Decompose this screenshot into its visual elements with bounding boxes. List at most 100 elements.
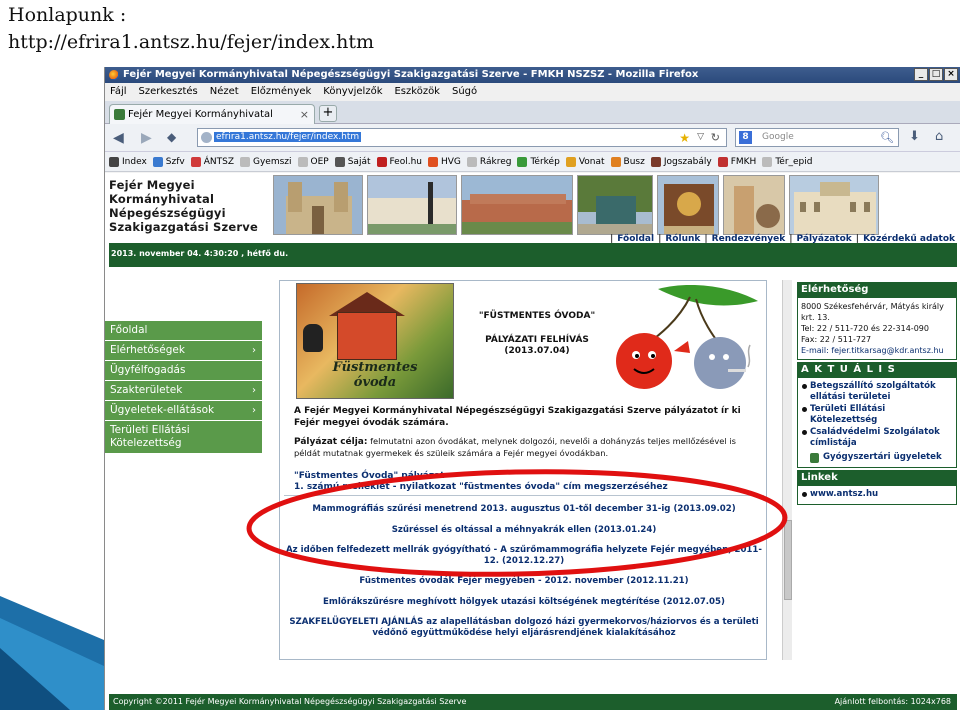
tab-close-icon[interactable]: × (300, 105, 309, 124)
menu-file[interactable]: Fájl (110, 83, 127, 101)
bookmark-icon (152, 156, 163, 167)
menu-history[interactable]: Előzmények (251, 83, 312, 101)
bookmark-icon (717, 156, 728, 167)
pharmacy-link[interactable]: Gyógyszertári ügyeletek (823, 452, 942, 463)
slide-title-line-1: Honlapunk : (8, 4, 127, 26)
download-icon[interactable]: ⬇ (909, 129, 920, 144)
news-link-breast-cancer[interactable]: Az időben felfedezett mellrák gyógyíthat… (286, 545, 762, 567)
leftnav-label: Ügyeletek-ellátások (110, 404, 215, 416)
leftnav-label: Területi Ellátási Kötelezettség (110, 424, 190, 449)
bookmark-item[interactable]: Rákreg (466, 152, 512, 171)
bookmark-label: Gyemszi (252, 156, 292, 167)
tender-links: "Füstmentes Óvoda" pályázat 1. számú mel… (294, 471, 756, 493)
bookmark-item[interactable]: Index (109, 152, 147, 171)
menu-view[interactable]: Nézet (210, 83, 239, 101)
aktualis-link-territorial[interactable]: Területi Ellátási Kötelezettség (801, 404, 953, 426)
bookmark-label: Szfv (165, 156, 185, 167)
links-heading: Linkek (797, 470, 957, 486)
search-box[interactable]: 8 Google 🔍︎ (735, 128, 899, 147)
site-header: Fejér Megyei Kormányhivatal Népegészségü… (105, 173, 960, 267)
bookmark-item[interactable]: Gyemszi (239, 152, 292, 171)
bookmark-label: Vonat (578, 156, 605, 167)
bookmark-label: Rákreg (479, 156, 512, 167)
bookmark-item[interactable]: ÁNTSZ (190, 152, 234, 171)
contact-tel: Tel: 22 / 511-720 és 22-314-090 (801, 324, 929, 333)
bookmark-label: Saját (347, 156, 371, 167)
bookmark-item[interactable]: Térkép (517, 152, 560, 171)
news-link-mammography-schedule[interactable]: Mammográfiás szűrési menetrend 2013. aug… (286, 504, 762, 515)
new-tab-button[interactable]: + (319, 105, 337, 122)
leftnav-item-fields[interactable]: Szakterületek › (105, 381, 262, 401)
bookmark-icon (109, 156, 119, 167)
address-url[interactable]: efrira1.antsz.hu/fejer/index.htm (214, 132, 362, 142)
bookmark-star-icon[interactable]: ★ (679, 130, 690, 147)
bookmark-label: Térkép (530, 156, 560, 167)
bookmark-item[interactable]: Saját (334, 152, 371, 171)
link-antsz[interactable]: www.antsz.hu (801, 489, 953, 500)
address-bar[interactable]: efrira1.antsz.hu/fejer/index.htm ★ ▽ ↻ (197, 128, 727, 147)
news-link-travel-costs[interactable]: Emlőrákszűrésre meghívott hölgyek utazás… (286, 597, 762, 608)
links-box: www.antsz.hu (797, 486, 957, 505)
bookmark-icon (565, 156, 576, 167)
bookmark-item[interactable]: OEP (297, 152, 329, 171)
bookmark-icon (650, 156, 661, 167)
bookmark-item[interactable]: Feol.hu (376, 152, 422, 171)
close-window-button[interactable]: × (944, 68, 958, 81)
news-link-supervision-recommendation[interactable]: SZAKFELÜGYELETI AJÁNLÁS az alapellátásba… (286, 617, 762, 639)
aktualis-link-family-services[interactable]: Családvédelmi Szolgálatok címlistája (801, 427, 953, 449)
chevron-right-icon: › (252, 385, 256, 396)
bookmark-label: ÁNTSZ (203, 156, 234, 167)
bookmark-item[interactable]: Busz (610, 152, 645, 171)
leftnav-item-duty-care[interactable]: Ügyeletek-ellátások › (105, 401, 262, 421)
bookmark-label: Jogszabály (663, 156, 712, 167)
maximize-button[interactable]: □ (929, 68, 943, 81)
search-icon[interactable]: 🔍︎ (880, 129, 894, 146)
leftnav-item-reception[interactable]: Ügyfélfogadás (105, 361, 262, 381)
smoke-free-kindergarten-poster[interactable]: Füstmentes óvoda (296, 283, 454, 399)
news-link-smoke-free-kindergartens[interactable]: Füstmentes óvodák Fejér megyében - 2012.… (286, 576, 762, 587)
bookmark-label: Index (122, 156, 147, 167)
tender-annex-link[interactable]: 1. számú melléklet - nyilatkozat "füstme… (294, 482, 756, 493)
bookmark-item[interactable]: FMKH (717, 152, 756, 171)
slide-title-line-2: http://efrira1.antsz.hu/fejer/index.htm (8, 31, 374, 53)
home-icon[interactable]: ⌂ (935, 129, 943, 144)
bookmark-item[interactable]: Tér_epid (762, 152, 812, 171)
bookmark-icon (610, 156, 621, 167)
announcement-subheading-line-2: (2013.07.04) (504, 346, 570, 356)
poster-caption: Füstmentes óvoda (332, 360, 418, 390)
back-arrow-icon[interactable]: ◀ (113, 130, 124, 146)
content-scrollbar[interactable] (782, 280, 792, 660)
news-link-cervical-cancer[interactable]: Szűréssel és oltással a méhnyakrák ellen… (286, 525, 762, 536)
leftnav-item-territorial[interactable]: Területi Ellátási Kötelezettség (105, 421, 262, 454)
identity-icon[interactable]: ◆ (167, 130, 176, 144)
window-title: Fejér Megyei Kormányhivatal Népegészségü… (123, 69, 699, 80)
bookmark-item[interactable]: Jogszabály (650, 152, 712, 171)
dropdown-arrow-icon[interactable]: ▽ (697, 129, 704, 146)
scrollbar-thumb[interactable] (784, 520, 792, 600)
poster-house (337, 312, 397, 360)
forward-arrow-icon[interactable]: ▶ (141, 130, 152, 146)
leftnav-item-home[interactable]: Főoldal (105, 321, 262, 341)
search-engine-icon[interactable]: 8 (739, 131, 752, 144)
bookmark-item[interactable]: HVG (428, 152, 461, 171)
tab-active[interactable]: Fejér Megyei Kormányhivatal Népegészségü… (109, 104, 315, 139)
pharmacy-duty-item[interactable]: Gyógyszertári ügyeletek (801, 452, 953, 463)
menu-bookmarks[interactable]: Könyvjelzők (323, 83, 382, 101)
bookmark-item[interactable]: Szfv (152, 152, 185, 171)
clock-tower-photo (657, 175, 719, 235)
aktualis-link-patient-transport[interactable]: Betegszállító szolgáltatók ellátási terü… (801, 381, 953, 403)
bookmark-icon (376, 156, 387, 167)
footer-resolution: Ajánlott felbontás: 1024x768 (834, 697, 951, 706)
tender-link[interactable]: "Füstmentes Óvoda" pályázat (294, 471, 756, 482)
leftnav-item-contacts[interactable]: Elérhetőségek › (105, 341, 262, 361)
bookmark-item[interactable]: Vonat (565, 152, 605, 171)
contact-email[interactable]: E-mail: fejer.titkarsag@kdr.antsz.hu (801, 345, 953, 356)
reload-icon[interactable]: ↻ (711, 129, 720, 146)
menu-help[interactable]: Súgó (452, 83, 477, 101)
aktualis-box: Betegszállító szolgáltatók ellátási terü… (797, 378, 957, 468)
menu-tools[interactable]: Eszközök (394, 83, 440, 101)
pharmacy-icon (810, 452, 819, 463)
minimize-button[interactable]: _ (914, 68, 928, 81)
announcement-subheading-line-1: PÁLYÁZATI FELHÍVÁS (485, 335, 589, 345)
menu-edit[interactable]: Szerkesztés (139, 83, 198, 101)
